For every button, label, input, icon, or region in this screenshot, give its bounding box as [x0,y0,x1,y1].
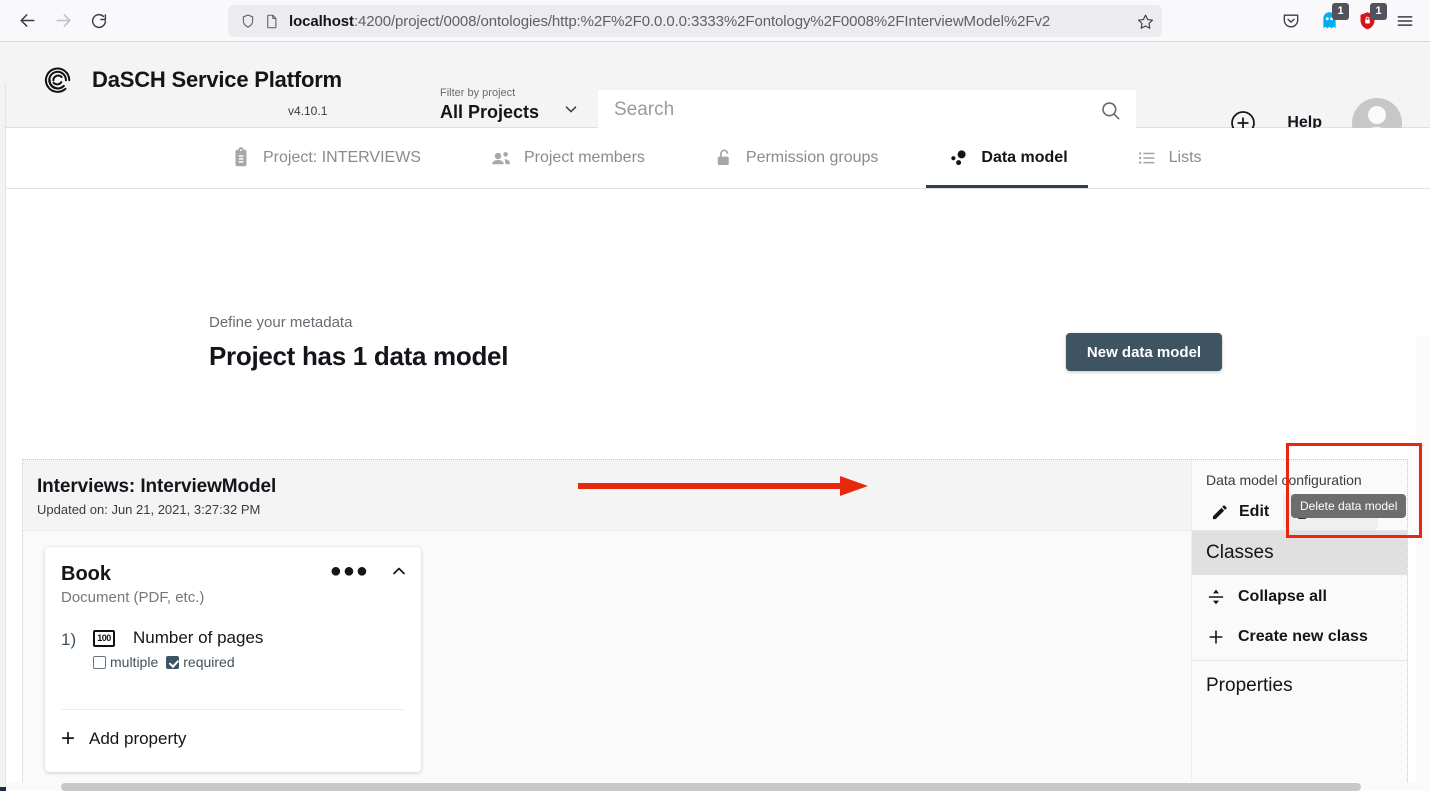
class-card-header: Book Document (PDF, etc.) ●●● [45,547,421,606]
people-icon [489,146,513,170]
search-input[interactable]: Search [598,90,1136,130]
page-document-icon [264,13,279,30]
intro-subtitle: Define your metadata [209,314,508,331]
delete-data-model-tooltip: Delete data model [1291,494,1406,518]
tab-label: Lists [1169,149,1202,167]
vertical-scrollbar[interactable] [1416,336,1430,791]
main-navigation-tabs: Project: INTERVIEWS Project members Perm… [0,128,1430,189]
screenshot-root: localhost:4200/project/0008/ontologies/h… [0,0,1430,791]
hamburger-menu-icon[interactable] [1388,4,1422,38]
window-left-edge [0,83,6,791]
tab-label: Data model [981,149,1067,167]
property-row[interactable]: 1) 100 Number of pages multiple [45,606,421,670]
create-new-class-button[interactable]: Create new class [1192,617,1407,657]
property-required-checkbox[interactable]: required [166,654,234,670]
classes-section-header: Classes [1192,531,1407,575]
url-host: localhost [289,13,354,30]
star-icon[interactable] [1137,13,1154,30]
forward-arrow-icon[interactable] [46,4,80,38]
data-model-panel: Interviews: InterviewModel Updated on: J… [22,459,1408,791]
class-card-subtitle: Document (PDF, etc.) [61,589,405,606]
address-bar-text[interactable]: localhost:4200/project/0008/ontologies/h… [289,13,1131,30]
browser-nav-buttons [10,4,116,38]
shield-extension-badge: 1 [1370,3,1387,20]
new-data-model-button[interactable]: New data model [1066,333,1222,371]
number-counter-icon: 100 [93,630,115,647]
data-model-body: Book Document (PDF, etc.) ●●● 1) [23,530,1193,791]
chevron-down-icon[interactable] [562,100,580,123]
shield-extension-icon[interactable]: 1 [1350,4,1384,38]
list-icon [1136,147,1158,169]
clipboard-icon [230,147,252,169]
tab-project-members[interactable]: Project members [469,128,665,188]
divider [1192,660,1407,661]
project-filter[interactable]: Filter by project All Projects [440,87,590,123]
back-arrow-icon[interactable] [10,4,44,38]
property-name: Number of pages [133,628,263,648]
data-model-configuration-label: Data model configuration [1206,472,1362,488]
ghost-extension-badge: 1 [1332,3,1349,20]
tab-label: Project: INTERVIEWS [263,149,421,167]
chevron-up-icon[interactable] [389,561,409,581]
collapse-all-label: Collapse all [1238,588,1327,606]
horizontal-scrollbar[interactable] [6,782,1430,791]
data-model-header: Interviews: InterviewModel Updated on: J… [23,460,1193,530]
pencil-icon [1210,502,1230,522]
app-header: DaSCH Service Platform v4.10.1 Filter by… [0,42,1430,128]
pocket-save-icon[interactable] [1274,4,1308,38]
property-required-label: required [183,654,234,670]
tab-data-model[interactable]: Data model [926,128,1087,188]
url-path: :4200/project/0008/ontologies/http:%2F%2… [354,13,1050,30]
tab-project-interviews[interactable]: Project: INTERVIEWS [210,128,441,188]
class-card-book[interactable]: Book Document (PDF, etc.) ●●● 1) [45,547,421,772]
search-placeholder: Search [614,99,1099,121]
browser-extension-icons: 1 1 [1274,0,1422,41]
project-filter-value: All Projects [440,102,539,123]
brand[interactable]: DaSCH Service Platform [38,60,342,100]
app-viewport: DaSCH Service Platform v4.10.1 Filter by… [0,41,1430,791]
property-multiple-label: multiple [110,654,158,670]
data-model-title: Interviews: InterviewModel [37,476,1193,498]
create-new-class-label: Create new class [1238,628,1368,646]
number-counter-icon-text: 100 [95,632,113,645]
class-card-actions: ●●● [330,561,409,581]
project-filter-label: Filter by project [440,87,590,100]
tab-label: Project members [524,149,645,167]
plus-icon: + [61,727,75,751]
add-property-label: Add property [89,729,186,749]
dasch-logo-icon [38,60,78,100]
browser-toolbar: localhost:4200/project/0008/ontologies/h… [0,0,1430,41]
search-icon[interactable] [1099,99,1122,122]
address-bar[interactable]: localhost:4200/project/0008/ontologies/h… [228,5,1162,37]
data-model-updated: Updated on: Jun 21, 2021, 3:27:32 PM [37,502,1193,517]
data-model-icon [946,146,970,170]
ghost-extension-icon[interactable]: 1 [1312,4,1346,38]
plus-icon [1206,627,1226,647]
property-multiple-checkbox[interactable]: multiple [93,654,158,670]
edit-label: Edit [1239,503,1269,521]
more-horizontal-icon[interactable]: ●●● [330,561,369,581]
property-number: 1) [61,628,93,670]
properties-section-header: Properties [1192,665,1407,707]
intro-block: Define your metadata Project has 1 data … [209,314,508,372]
unlock-icon [713,147,735,169]
collapse-all-button[interactable]: Collapse all [1192,577,1407,617]
edit-data-model-button[interactable]: Edit [1200,494,1279,530]
tracking-protection-shield-icon[interactable] [240,13,256,29]
reload-icon[interactable] [82,4,116,38]
app-version: v4.10.1 [288,104,327,118]
main-content: Define your metadata Project has 1 data … [0,189,1430,791]
tab-label: Permission groups [746,149,879,167]
collapse-all-icon [1206,587,1226,607]
tab-lists[interactable]: Lists [1116,128,1222,188]
add-property-button[interactable]: + Add property [61,727,186,751]
divider [61,709,405,710]
page-title: Project has 1 data model [209,341,508,372]
horizontal-scrollbar-thumb[interactable] [61,783,1361,791]
taskbar-chip [0,787,6,791]
brand-name: DaSCH Service Platform [92,67,342,93]
tab-permission-groups[interactable]: Permission groups [693,128,899,188]
